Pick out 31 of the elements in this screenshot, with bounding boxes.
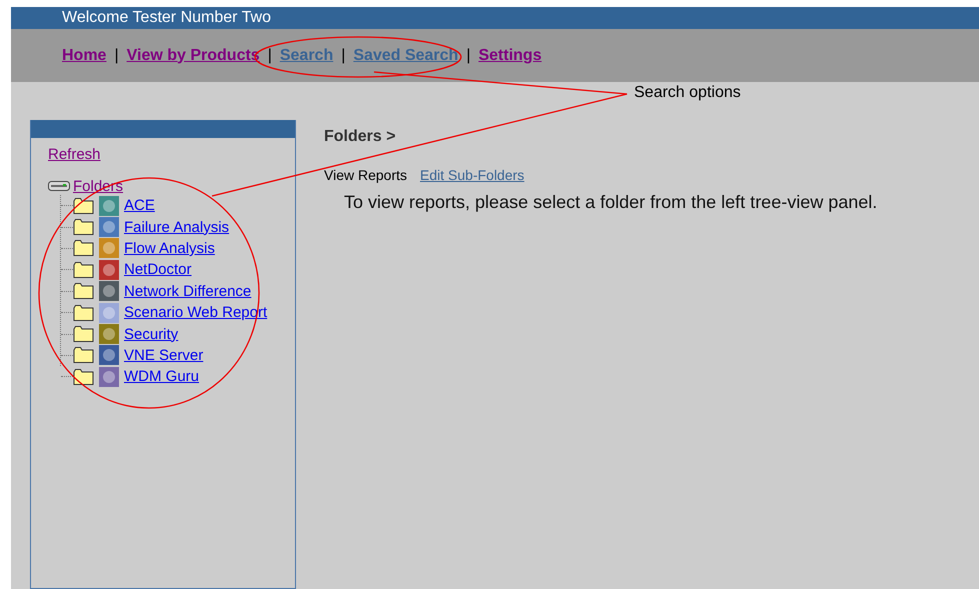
nav-separator: | xyxy=(466,46,470,64)
folder-link[interactable]: Security xyxy=(124,326,178,343)
folder-icon xyxy=(73,304,95,322)
nav-separator: | xyxy=(268,46,272,64)
folder-link[interactable]: Network Difference xyxy=(124,282,252,300)
breadcrumb: Folders > xyxy=(324,128,397,147)
folder-icon xyxy=(73,218,95,236)
nav-separator: | xyxy=(114,46,119,64)
drive-icon[interactable] xyxy=(48,180,70,192)
nav-link[interactable]: Home xyxy=(62,46,106,64)
refresh-link[interactable]: Refresh xyxy=(48,146,295,163)
callout-label: Search options xyxy=(634,84,741,102)
folder-icon xyxy=(73,260,95,279)
folder-icon xyxy=(73,346,95,364)
folder-link[interactable]: NetDoctor xyxy=(124,261,192,278)
view-label: View Reports xyxy=(324,167,408,183)
folder-link[interactable]: Flow Analysis xyxy=(124,240,215,257)
folder-icon xyxy=(73,282,95,300)
nav-separator: | xyxy=(341,46,346,64)
folder-icon xyxy=(73,196,95,215)
folder-link[interactable]: WDM Guru xyxy=(124,368,199,386)
folder-icon xyxy=(73,239,95,258)
folder-link[interactable]: ACE xyxy=(124,197,155,214)
instruction-text: To view reports, please select a folder from the left tree-view panel. xyxy=(344,192,878,213)
folder-icon xyxy=(73,325,95,344)
folder-link[interactable]: VNE Server xyxy=(124,346,204,364)
folder-link[interactable]: Failure Analysis xyxy=(124,218,230,236)
folder-icon xyxy=(73,368,95,386)
welcome-text: Welcome Tester Number Two xyxy=(62,9,271,27)
edit-link[interactable]: Edit Sub-Folders xyxy=(420,167,524,183)
nav-link[interactable]: Settings xyxy=(478,46,542,64)
